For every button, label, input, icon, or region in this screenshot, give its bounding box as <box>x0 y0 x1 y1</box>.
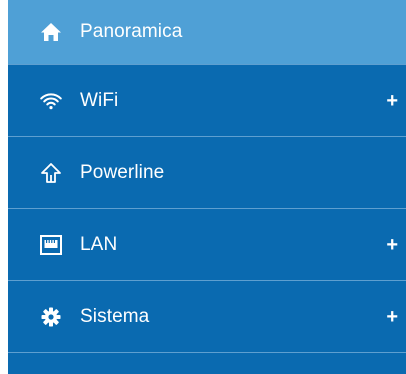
nav-item-label: LAN <box>80 233 118 255</box>
lan-port-icon <box>40 234 62 256</box>
expand-plus-icon[interactable]: + <box>386 235 398 255</box>
nav-item-lan[interactable]: LAN + <box>8 209 406 281</box>
expand-plus-icon[interactable]: + <box>386 307 398 327</box>
gear-icon <box>40 306 62 328</box>
wifi-icon <box>40 90 62 112</box>
nav-item-label: Panoramica <box>80 21 183 42</box>
powerline-icon <box>40 162 62 184</box>
nav-item-label: Sistema <box>80 305 150 327</box>
home-icon <box>40 21 62 43</box>
nav-item-wifi[interactable]: WiFi + <box>8 65 406 137</box>
expand-plus-icon[interactable]: + <box>386 91 398 111</box>
sidebar-nav: Panoramica WiFi + Powerline LAN + Sistem… <box>8 0 406 374</box>
nav-item-label: WiFi <box>80 89 119 111</box>
nav-item-sistema[interactable]: Sistema + <box>8 281 406 353</box>
nav-item-label: Powerline <box>80 161 165 183</box>
nav-item-panoramica[interactable]: Panoramica <box>8 0 406 65</box>
nav-item-powerline[interactable]: Powerline <box>8 137 406 209</box>
